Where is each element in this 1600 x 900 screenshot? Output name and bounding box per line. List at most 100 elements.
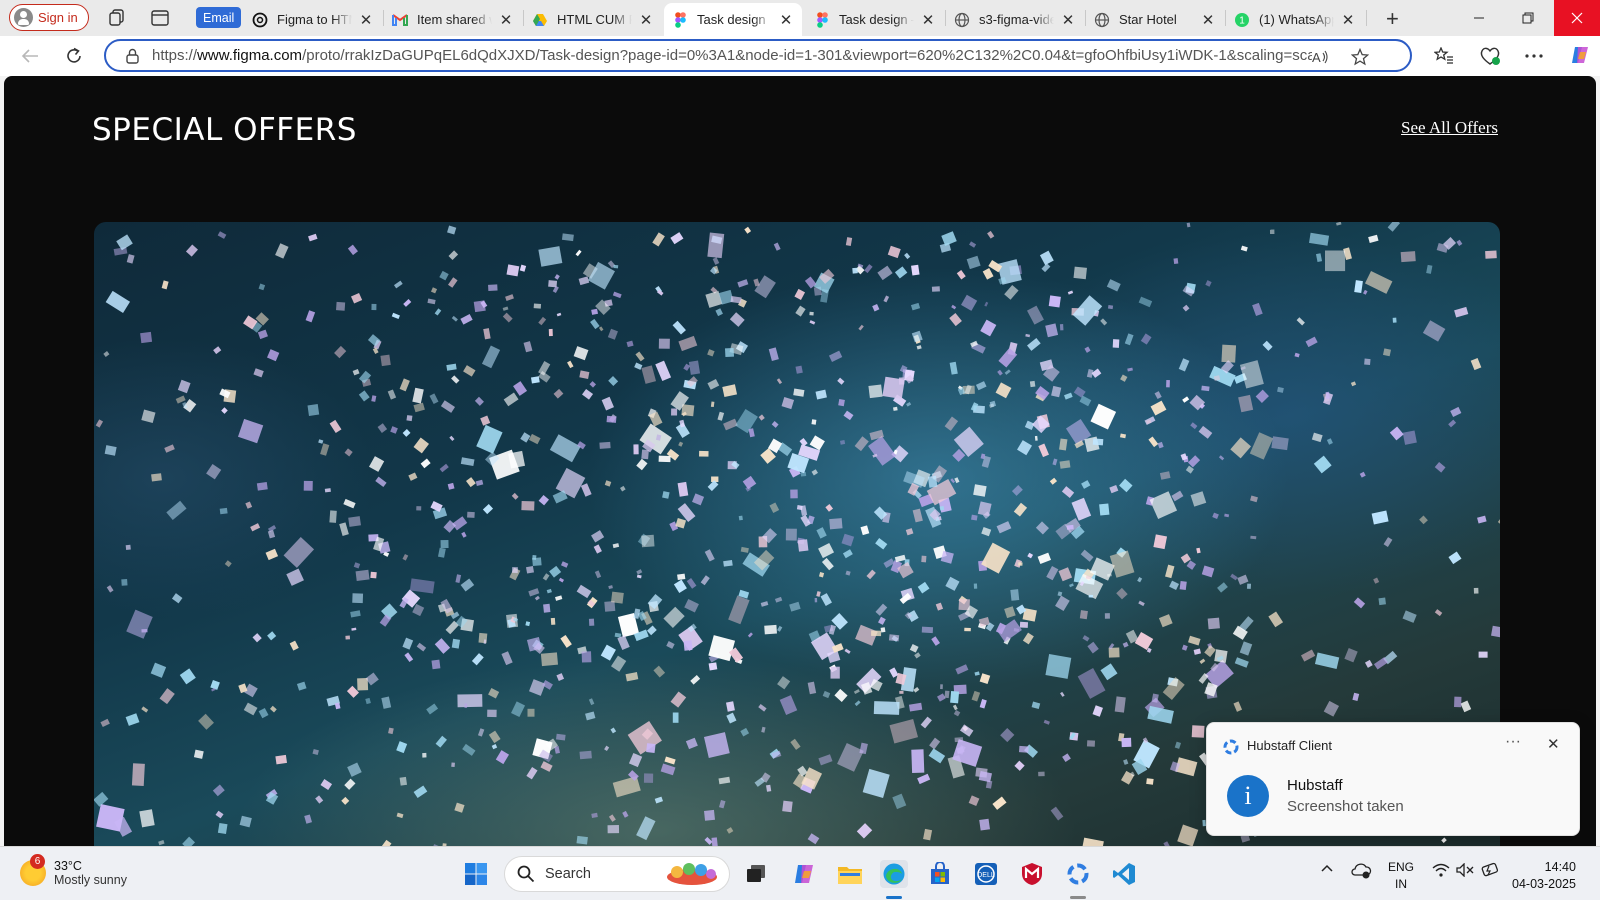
confetti-piece bbox=[1217, 582, 1228, 593]
vscode-icon[interactable] bbox=[1110, 860, 1138, 888]
new-tab-icon[interactable]: + bbox=[1386, 6, 1399, 32]
taskbar-search[interactable]: Search bbox=[504, 856, 730, 892]
workspaces-icon[interactable] bbox=[108, 8, 128, 28]
tab-whatsapp[interactable]: 1 (1) WhatsApp ✕ bbox=[1226, 3, 1364, 36]
confetti-piece bbox=[161, 280, 169, 290]
more-options-icon[interactable] bbox=[1522, 44, 1546, 68]
confetti-piece bbox=[269, 705, 277, 713]
confetti-piece bbox=[344, 448, 353, 457]
tab-item-shared[interactable]: Item shared with ✕ bbox=[384, 3, 522, 36]
file-explorer-icon[interactable] bbox=[836, 860, 864, 888]
close-tab-icon[interactable]: ✕ bbox=[920, 11, 936, 29]
confetti-piece bbox=[607, 825, 620, 834]
close-tab-icon[interactable]: ✕ bbox=[1200, 11, 1216, 29]
confetti-piece bbox=[591, 530, 605, 543]
confetti-piece bbox=[451, 375, 460, 384]
confetti-piece bbox=[540, 652, 559, 667]
confetti-piece bbox=[760, 601, 769, 607]
favorites-list-icon[interactable] bbox=[1432, 44, 1456, 68]
confetti-piece bbox=[443, 520, 457, 533]
confetti-piece bbox=[1140, 333, 1152, 345]
confetti-piece bbox=[1182, 396, 1190, 403]
close-tab-icon[interactable]: ✕ bbox=[358, 11, 374, 29]
confetti-piece bbox=[1181, 644, 1188, 651]
see-all-offers-link[interactable]: See All Offers bbox=[1401, 118, 1498, 138]
edge-browser-icon[interactable] bbox=[880, 860, 908, 888]
minimize-icon[interactable] bbox=[1456, 0, 1502, 36]
close-tab-icon[interactable]: ✕ bbox=[1060, 11, 1076, 29]
confetti-piece bbox=[141, 706, 149, 713]
confetti-piece bbox=[526, 767, 538, 780]
confetti-piece bbox=[625, 672, 639, 682]
confetti-piece bbox=[315, 795, 324, 804]
confetti-piece bbox=[979, 673, 991, 685]
weather-widget[interactable]: 6 33°C Mostly sunny bbox=[20, 854, 127, 887]
confetti-piece bbox=[573, 346, 589, 361]
close-tab-icon[interactable]: ✕ bbox=[498, 11, 514, 29]
confetti-piece bbox=[1034, 435, 1038, 441]
vertical-tabs-icon[interactable] bbox=[150, 8, 170, 28]
confetti-piece bbox=[375, 476, 387, 488]
confetti-piece bbox=[105, 290, 131, 313]
url-bar[interactable]: https://www.figma.com/proto/rrakIzDaGUPq… bbox=[104, 39, 1412, 72]
confetti-piece bbox=[1019, 621, 1029, 628]
copilot-icon[interactable] bbox=[1568, 43, 1592, 67]
confetti-piece bbox=[773, 242, 781, 251]
sign-in-button[interactable]: Sign in bbox=[9, 4, 89, 31]
tab-task-design-active[interactable]: Task design ✕ bbox=[664, 3, 802, 36]
notification-more-icon[interactable]: ··· bbox=[1505, 733, 1521, 751]
confetti-piece bbox=[1081, 480, 1091, 489]
confetti-piece bbox=[620, 485, 626, 492]
tab-s3-figma-video[interactable]: s3-figma-video ✕ bbox=[946, 3, 1084, 36]
confetti-piece bbox=[782, 800, 793, 813]
read-aloud-icon[interactable]: A bbox=[1310, 47, 1330, 67]
task-view-icon[interactable] bbox=[742, 860, 770, 888]
refresh-icon[interactable] bbox=[62, 44, 86, 68]
copilot-app-icon[interactable] bbox=[790, 860, 818, 888]
system-clock[interactable]: 14:40 04-03-2025 bbox=[1512, 859, 1576, 893]
confetti-piece bbox=[1456, 239, 1463, 246]
close-tab-icon[interactable]: ✕ bbox=[778, 11, 794, 29]
mcafee-icon[interactable] bbox=[1018, 860, 1046, 888]
confetti-piece bbox=[1148, 436, 1159, 448]
confetti-piece bbox=[1171, 490, 1184, 502]
confetti-piece bbox=[633, 608, 641, 619]
confetti-piece bbox=[538, 246, 563, 267]
back-arrow-icon[interactable] bbox=[18, 44, 42, 68]
confetti-piece bbox=[1201, 565, 1215, 578]
hubstaff-app-icon[interactable] bbox=[1064, 860, 1092, 888]
confetti-piece bbox=[768, 347, 779, 362]
close-tab-icon[interactable]: ✕ bbox=[638, 11, 654, 29]
wifi-icon[interactable] bbox=[1432, 863, 1450, 880]
windows-start-icon[interactable] bbox=[462, 860, 490, 888]
confetti-piece bbox=[677, 573, 686, 581]
restore-icon[interactable] bbox=[1505, 0, 1551, 36]
dell-app-icon[interactable]: DELL bbox=[972, 860, 1000, 888]
confetti-piece bbox=[171, 593, 183, 604]
hubstaff-notification[interactable]: Hubstaff Client ··· ✕ i Hubstaff Screens… bbox=[1206, 722, 1580, 836]
favorite-star-icon[interactable] bbox=[1350, 47, 1370, 67]
confetti-piece bbox=[1050, 806, 1064, 821]
confetti-piece bbox=[308, 233, 318, 242]
volume-muted-icon[interactable] bbox=[1456, 862, 1474, 880]
tab-figma-to-html[interactable]: Figma to HTML ✕ bbox=[244, 3, 382, 36]
lock-icon[interactable] bbox=[122, 46, 142, 66]
tab-html-cum-php[interactable]: HTML CUM PHP ✕ bbox=[524, 3, 662, 36]
confetti-piece bbox=[809, 320, 816, 325]
show-hidden-icons-chevron[interactable] bbox=[1320, 861, 1334, 876]
notification-close-icon[interactable]: ✕ bbox=[1547, 735, 1560, 753]
confetti-piece bbox=[377, 423, 388, 433]
microsoft-store-icon[interactable] bbox=[926, 860, 954, 888]
close-tab-icon[interactable]: ✕ bbox=[1340, 11, 1356, 29]
confetti-piece bbox=[1045, 323, 1059, 338]
onedrive-sync-icon[interactable] bbox=[1350, 861, 1372, 882]
tab-star-hotel[interactable]: Star Hotel ✕ bbox=[1086, 3, 1224, 36]
browser-essentials-icon[interactable] bbox=[1478, 44, 1502, 68]
email-tab-group-chip[interactable]: Email bbox=[196, 7, 242, 28]
tab-title: Task design – bbox=[839, 12, 914, 27]
close-window-icon[interactable] bbox=[1554, 0, 1600, 36]
tab-task-design-2[interactable]: Task design – ✕ bbox=[806, 3, 944, 36]
language-indicator[interactable]: ENG IN bbox=[1388, 859, 1414, 893]
confetti-piece bbox=[1027, 338, 1041, 351]
battery-charging-icon[interactable] bbox=[1480, 862, 1500, 881]
